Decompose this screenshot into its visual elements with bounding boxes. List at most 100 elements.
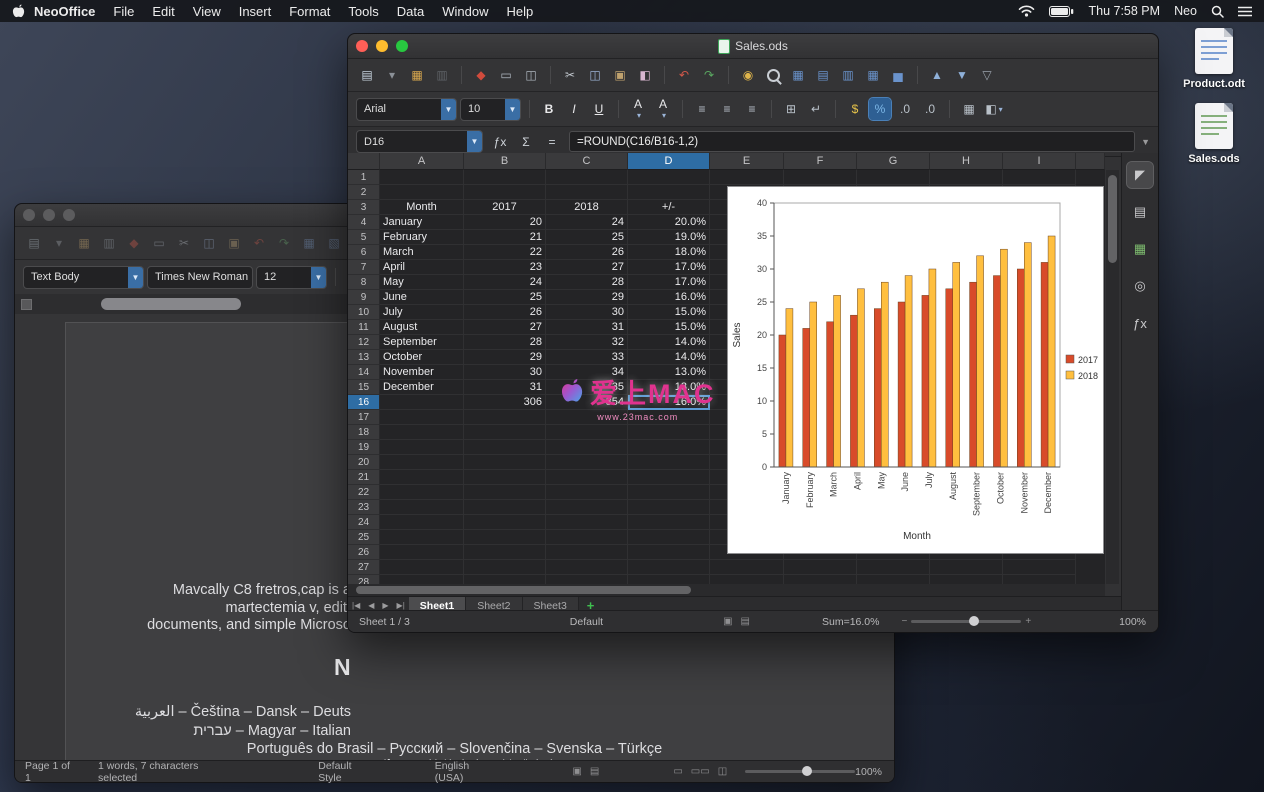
cell-D8[interactable]: 17.0% — [628, 275, 710, 290]
cell-E27[interactable] — [710, 560, 784, 575]
cell-D21[interactable] — [628, 470, 710, 485]
font-size-select[interactable]: 10 ▼ — [460, 98, 521, 121]
grid-corner[interactable] — [348, 153, 380, 170]
apple-menu-icon[interactable] — [12, 4, 25, 19]
view-book-icon[interactable]: ◫ — [718, 766, 727, 777]
insert-column-icon[interactable]: ▦ — [862, 64, 884, 86]
cell-C5[interactable]: 25 — [546, 230, 628, 245]
menu-file[interactable]: File — [113, 4, 134, 19]
cut-icon[interactable]: ✂ — [559, 64, 581, 86]
cell-B19[interactable] — [464, 440, 546, 455]
formula-input[interactable]: =ROUND(C16/B16-1,2) — [569, 131, 1135, 152]
row-header-19[interactable]: 19 — [348, 440, 380, 455]
sort-icon[interactable]: ▤ — [812, 64, 834, 86]
cell-B3[interactable]: 2017 — [464, 200, 546, 215]
cell-D3[interactable]: +/- — [628, 200, 710, 215]
cell-B15[interactable]: 31 — [464, 380, 546, 395]
print-icon[interactable]: ▭ — [495, 64, 517, 86]
zoom-slider[interactable] — [911, 620, 1021, 623]
cell-C4[interactable]: 24 — [546, 215, 628, 230]
row-header-13[interactable]: 13 — [348, 350, 380, 365]
cell-D6[interactable]: 18.0% — [628, 245, 710, 260]
cell-I27[interactable] — [1003, 560, 1076, 575]
cell-C9[interactable]: 29 — [546, 290, 628, 305]
cell-G28[interactable] — [857, 575, 930, 584]
row-header-3[interactable]: 3 — [348, 200, 380, 215]
cell-A19[interactable] — [380, 440, 464, 455]
cell-D1[interactable] — [628, 170, 710, 185]
cell-D10[interactable]: 15.0% — [628, 305, 710, 320]
cell-B14[interactable]: 30 — [464, 365, 546, 380]
cell-B22[interactable] — [464, 485, 546, 500]
row-header-22[interactable]: 22 — [348, 485, 380, 500]
desktop-icon-sales[interactable]: Sales.ods — [1176, 103, 1252, 165]
wifi-icon[interactable] — [1018, 5, 1035, 17]
expand-formula-bar-icon[interactable]: ▼ — [1141, 137, 1150, 147]
cell-B21[interactable] — [464, 470, 546, 485]
formula-icon[interactable]: = — [541, 132, 563, 152]
row-header-11[interactable]: 11 — [348, 320, 380, 335]
row-header-9[interactable]: 9 — [348, 290, 380, 305]
cell-B6[interactable]: 22 — [464, 245, 546, 260]
italic-icon[interactable]: I — [563, 98, 585, 120]
insert-mode-icon[interactable]: ▣ — [572, 766, 581, 777]
align-left-icon[interactable]: ≡ — [691, 98, 713, 120]
cell-D17[interactable] — [628, 410, 710, 425]
spotlight-icon[interactable] — [1211, 5, 1224, 18]
cell-C24[interactable] — [546, 515, 628, 530]
horizontal-scrollbar[interactable] — [348, 584, 1105, 596]
cell-I1[interactable] — [1003, 170, 1076, 185]
vertical-scrollbar[interactable] — [1106, 170, 1119, 584]
cell-A26[interactable] — [380, 545, 464, 560]
cell-D14[interactable]: 13.0% — [628, 365, 710, 380]
row-header-8[interactable]: 8 — [348, 275, 380, 290]
clone-formatting-icon[interactable]: ◧ — [634, 64, 656, 86]
cell-H28[interactable] — [930, 575, 1003, 584]
menu-data[interactable]: Data — [397, 4, 424, 19]
cell-B12[interactable]: 28 — [464, 335, 546, 350]
zoom-in-icon[interactable]: + — [1025, 616, 1031, 627]
row-header-28[interactable]: 28 — [348, 575, 380, 584]
cell-B25[interactable] — [464, 530, 546, 545]
row-header-6[interactable]: 6 — [348, 245, 380, 260]
cell-B17[interactable] — [464, 410, 546, 425]
cell-A23[interactable] — [380, 500, 464, 515]
cell-D2[interactable] — [628, 185, 710, 200]
cell-A12[interactable]: September — [380, 335, 464, 350]
cell-C16[interactable]: 354 — [546, 395, 628, 410]
cell-A28[interactable] — [380, 575, 464, 584]
insert-mode-icon[interactable]: ▣ — [723, 616, 732, 627]
font-color-icon[interactable]: A▾ — [627, 98, 649, 120]
column-header-I[interactable]: I — [1003, 153, 1076, 170]
cell-B4[interactable]: 20 — [464, 215, 546, 230]
cell-D27[interactable] — [628, 560, 710, 575]
cell-A16[interactable] — [380, 395, 464, 410]
row-header-26[interactable]: 26 — [348, 545, 380, 560]
cell-B18[interactable] — [464, 425, 546, 440]
hyperlink-icon[interactable]: ◉ — [737, 64, 759, 86]
language-list-full[interactable]: Português do Brasil – Русский – Slovenči… — [45, 740, 864, 761]
row-header-17[interactable]: 17 — [348, 410, 380, 425]
cell-D16[interactable]: 16.0% — [628, 395, 710, 410]
row-header-14[interactable]: 14 — [348, 365, 380, 380]
bold-icon[interactable]: B — [538, 98, 560, 120]
cell-A3[interactable]: Month — [380, 200, 464, 215]
cell-A2[interactable] — [380, 185, 464, 200]
cell-A13[interactable]: October — [380, 350, 464, 365]
column-header-G[interactable]: G — [857, 153, 930, 170]
cell-D18[interactable] — [628, 425, 710, 440]
export-pdf-icon[interactable]: ◆ — [470, 64, 492, 86]
navigator-icon[interactable]: ▦ — [298, 232, 320, 254]
font-name-select[interactable]: Times New Roman ▼ — [147, 266, 253, 289]
cut-icon[interactable]: ✂ — [173, 232, 195, 254]
tab-nav-0[interactable]: |◀ — [348, 601, 364, 610]
row-header-27[interactable]: 27 — [348, 560, 380, 575]
cell-C7[interactable]: 27 — [546, 260, 628, 275]
cell-A27[interactable] — [380, 560, 464, 575]
print-icon[interactable]: ▭ — [148, 232, 170, 254]
row-header-7[interactable]: 7 — [348, 260, 380, 275]
cell-A5[interactable]: February — [380, 230, 464, 245]
cell-A1[interactable] — [380, 170, 464, 185]
background-color-icon[interactable]: ◧▾ — [983, 98, 1005, 120]
word-count[interactable]: 1 words, 7 characters selected — [98, 760, 233, 784]
